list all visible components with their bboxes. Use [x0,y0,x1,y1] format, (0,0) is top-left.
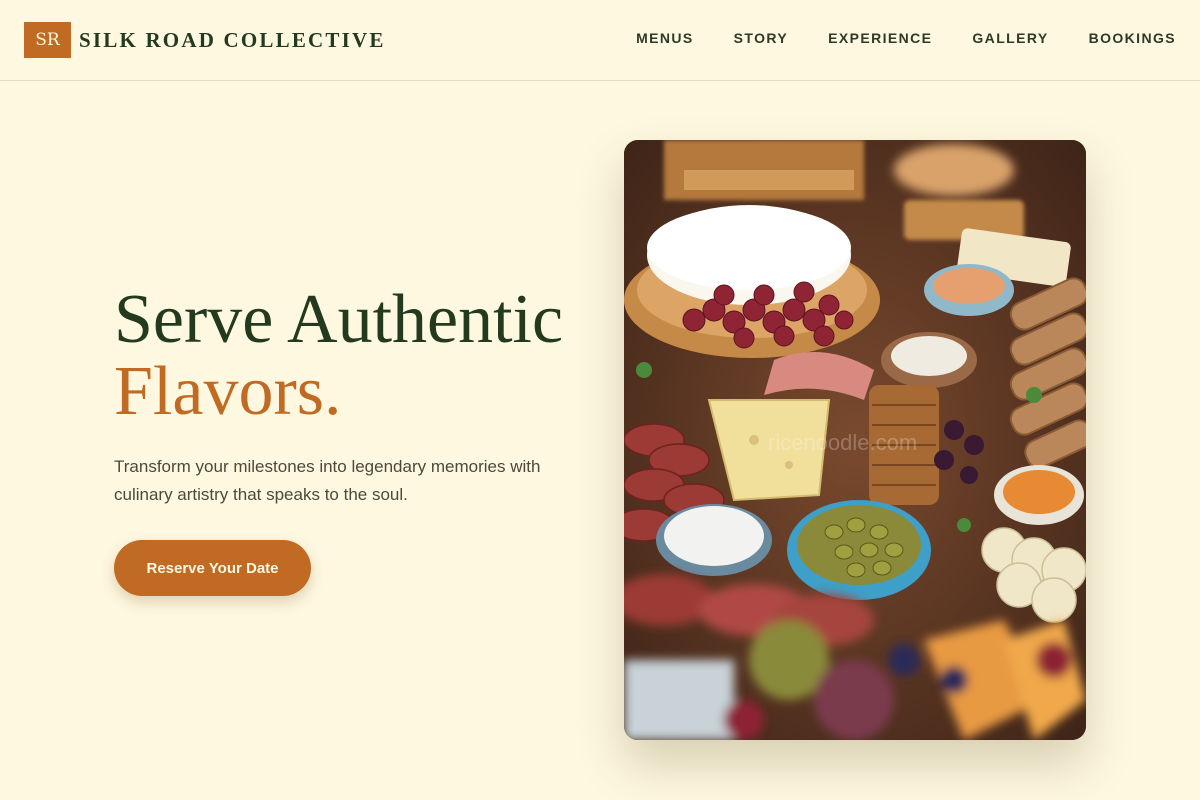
hero-subtitle: Transform your milestones into legendary… [114,457,541,504]
nav-gallery[interactable]: GALLERY [972,30,1048,46]
nav-bookings[interactable]: BOOKINGS [1089,30,1176,46]
brand-name: SILK ROAD COLLECTIVE [79,27,386,52]
nav-menus[interactable]: MENUS [636,30,694,46]
photo-watermark: ricenoodle.com [768,430,918,455]
hero-title-line1: Serve Authentic [114,281,564,358]
reserve-date-button[interactable]: Reserve Your Date [114,540,311,596]
hero-title: Serve Authentic Flavors. [114,284,563,428]
hero-food-photo: ricenoodle.com [624,140,1086,740]
brand-logo[interactable]: SR SILK ROAD COLLECTIVE [24,22,386,58]
main-nav: MENUS STORY EXPERIENCE GALLERY BOOKINGS [636,30,1176,46]
brand-mark: SR [24,22,71,58]
nav-experience[interactable]: EXPERIENCE [828,30,932,46]
nav-story[interactable]: STORY [734,30,788,46]
site-header: SR SILK ROAD COLLECTIVE MENUS STORY EXPE… [0,0,1200,81]
hero-title-accent: Flavors. [114,353,342,430]
